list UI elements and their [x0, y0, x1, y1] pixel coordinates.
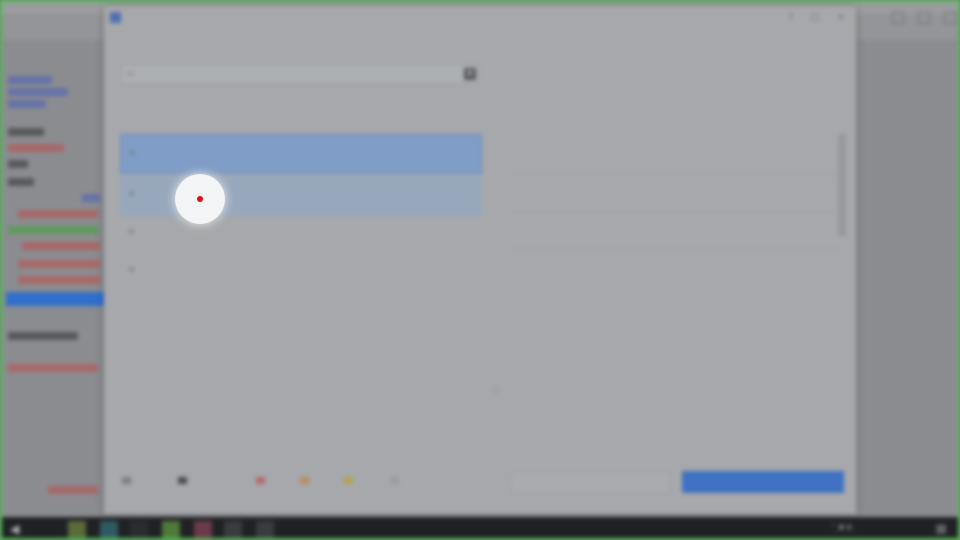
system-tray[interactable]: ⌃ ▣ ◐: [830, 523, 853, 531]
notification-icon[interactable]: ▤: [936, 522, 946, 535]
secondary-button[interactable]: [510, 471, 670, 493]
app-icon[interactable]: [194, 521, 212, 538]
legend-item: [390, 476, 403, 485]
list-item[interactable]: [510, 138, 838, 175]
item-icon: ≡: [128, 265, 135, 274]
legend-swatch: [122, 477, 131, 484]
list-item[interactable]: [510, 249, 838, 285]
screen-frame: ? □ × ▭ ▼ ≡ ≡ ≡ ≡ ⓘ ◀ ⌃ ▣ ◐ ▤: [0, 0, 960, 540]
bg-row: [8, 128, 44, 136]
app-icon[interactable]: [256, 521, 274, 538]
list-item[interactable]: [510, 212, 838, 249]
item-icon: ≡: [128, 227, 135, 236]
app-icon[interactable]: [224, 521, 242, 538]
item-icon: ≡: [129, 148, 136, 157]
bg-row: [8, 76, 52, 84]
click-point-icon: [197, 196, 203, 202]
bg-row: [82, 194, 100, 202]
primary-button[interactable]: [682, 471, 844, 493]
bg-row: [8, 160, 28, 168]
bg-row: [8, 144, 64, 152]
legend-item: [300, 476, 313, 485]
dialog-window: ? □ × ▭ ▼ ≡ ≡ ≡ ≡ ⓘ: [104, 6, 856, 514]
legend-item: [122, 476, 135, 485]
selected-items-list: [510, 134, 846, 280]
dialog-titlebar[interactable]: ? □ ×: [104, 6, 856, 30]
bg-row: [48, 486, 98, 494]
legend-swatch: [256, 477, 265, 484]
bg-row: [8, 100, 46, 108]
maximize-icon[interactable]: □: [808, 11, 822, 25]
list-item[interactable]: ≡: [120, 252, 482, 292]
legend-swatch: [300, 477, 309, 484]
search-icon[interactable]: [40, 521, 58, 538]
folder-icon: ▭: [126, 69, 135, 79]
app-icon: [110, 12, 121, 23]
list-item[interactable]: [510, 175, 838, 212]
legend-swatch: [344, 477, 353, 484]
bg-row: [8, 364, 98, 372]
app-icon[interactable]: [162, 521, 180, 538]
help-icon[interactable]: ?: [784, 11, 798, 25]
source-dropdown[interactable]: ▭ ▼: [120, 64, 480, 84]
list-item[interactable]: ≡: [120, 134, 482, 174]
scrollbar[interactable]: [838, 134, 846, 236]
bg-row: [8, 178, 34, 186]
bg-row: [8, 332, 78, 340]
browser-icon[interactable]: [100, 521, 118, 538]
bg-left-panel: [2, 40, 106, 517]
close-icon[interactable]: ×: [834, 11, 848, 25]
minimize-icon[interactable]: [892, 12, 904, 24]
legend-item: [256, 476, 269, 485]
folder-icon[interactable]: [68, 521, 86, 538]
bg-row: [22, 242, 100, 250]
click-indicator: [175, 174, 225, 224]
bg-row: [8, 88, 68, 96]
close-icon[interactable]: [944, 12, 956, 24]
start-menu-icon[interactable]: ◀: [10, 522, 19, 536]
available-items-list: ≡ ≡ ≡ ≡: [120, 134, 484, 294]
bg-row: [8, 226, 98, 234]
bg-row: [18, 276, 100, 284]
legend-item: [178, 476, 191, 485]
legend-swatch: [390, 477, 399, 484]
maximize-icon[interactable]: [918, 12, 930, 24]
chevron-down-icon[interactable]: ▼: [464, 68, 476, 80]
item-icon: ≡: [128, 189, 135, 198]
legend-swatch: [178, 477, 187, 484]
bg-selected-row[interactable]: [6, 292, 106, 306]
legend-item: [344, 476, 357, 485]
bg-row: [18, 210, 98, 218]
bg-row: [18, 260, 100, 268]
terminal-icon[interactable]: [130, 521, 148, 538]
info-icon: ⓘ: [492, 385, 500, 394]
bg-right-panel: [858, 40, 958, 517]
taskbar: ◀ ⌃ ▣ ◐ ▤: [2, 517, 958, 538]
list-item[interactable]: ≡: [120, 214, 482, 254]
